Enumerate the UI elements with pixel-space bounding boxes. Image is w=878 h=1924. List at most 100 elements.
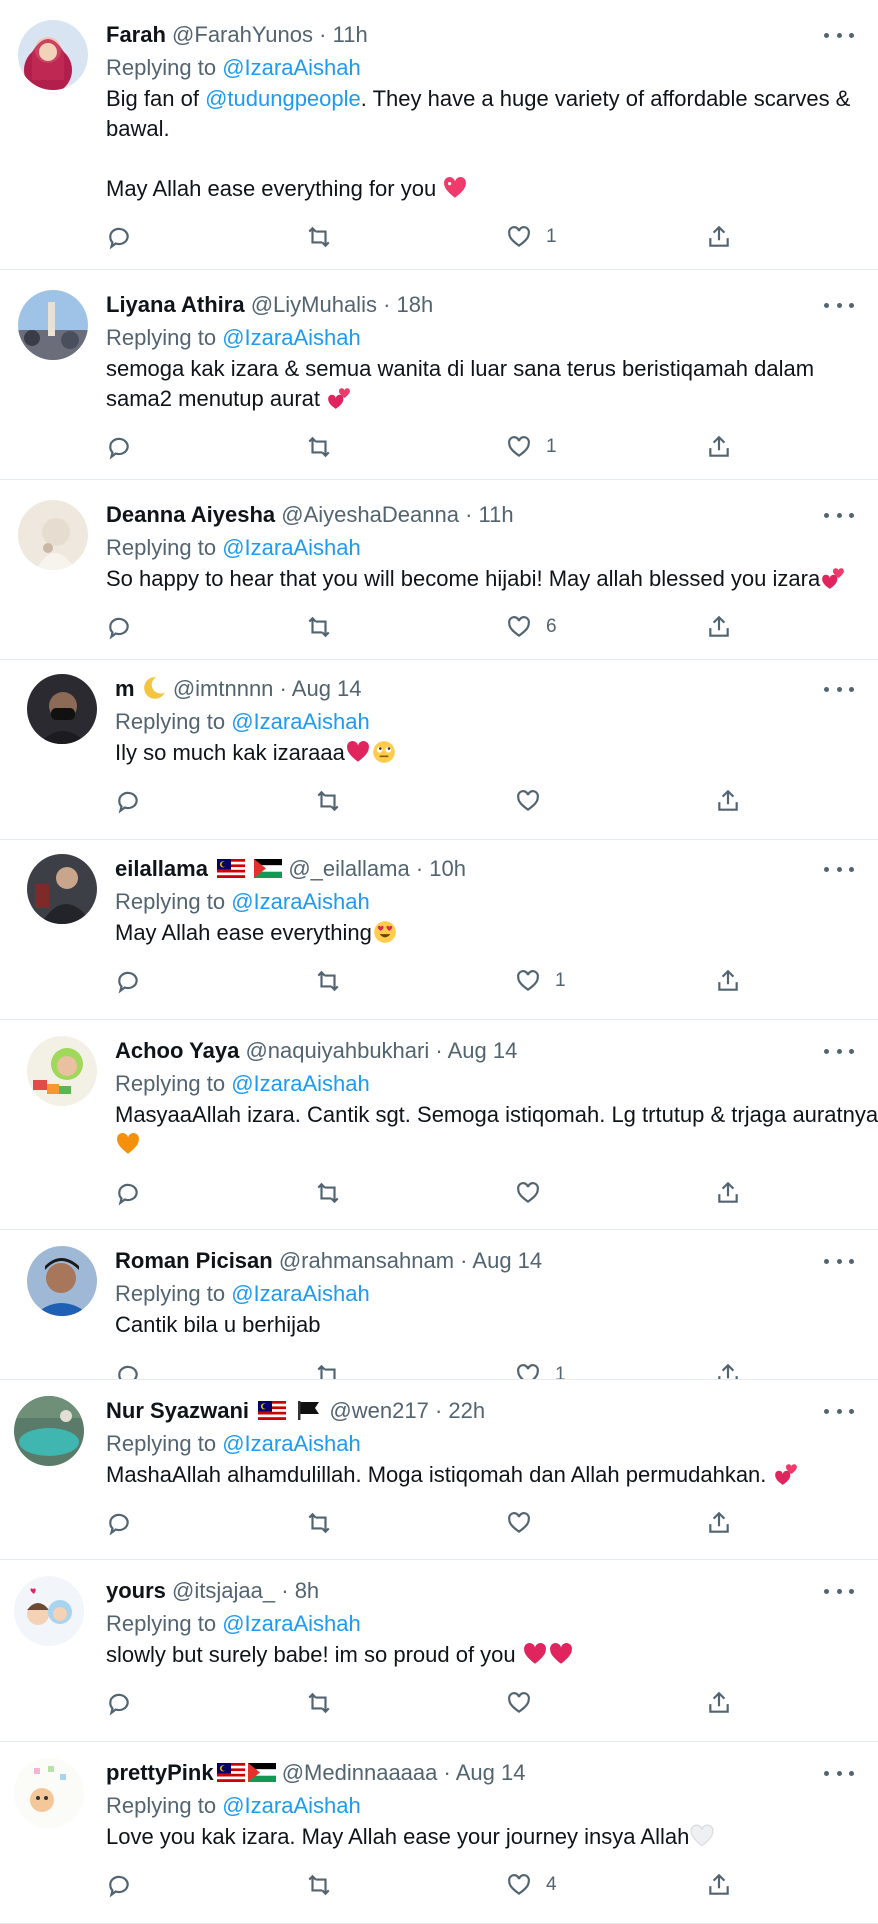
tweet-yours[interactable]: yours @itsjajaa_ · 8h Replying to @Izara… xyxy=(0,1560,878,1742)
reply-target-link[interactable]: @IzaraAishah xyxy=(231,1071,370,1096)
more-options-icon[interactable] xyxy=(824,1401,854,1421)
more-options-icon[interactable] xyxy=(824,505,854,525)
more-options-icon[interactable] xyxy=(824,25,854,45)
author-name[interactable]: Roman Picisan xyxy=(115,1248,273,1273)
share-button[interactable] xyxy=(706,612,732,642)
reply-button[interactable] xyxy=(115,1178,141,1208)
retweet-button[interactable] xyxy=(306,432,332,462)
retweet-button[interactable] xyxy=(306,1508,332,1538)
reply-target-link[interactable]: @IzaraAishah xyxy=(231,889,370,914)
author-name[interactable]: Achoo Yaya xyxy=(115,1038,239,1063)
more-options-icon[interactable] xyxy=(824,1763,854,1783)
author-name[interactable]: Farah xyxy=(106,22,166,47)
like-button[interactable]: 6 xyxy=(506,612,557,642)
author-handle[interactable]: @itsjajaa_ xyxy=(172,1578,275,1603)
retweet-button[interactable] xyxy=(315,786,341,816)
reply-button[interactable] xyxy=(115,966,141,996)
like-button[interactable] xyxy=(506,1688,546,1718)
more-options-icon[interactable] xyxy=(824,1251,854,1271)
more-options-icon[interactable] xyxy=(824,1041,854,1061)
author-name[interactable]: m xyxy=(115,676,135,701)
avatar[interactable] xyxy=(27,854,97,924)
reply-target-link[interactable]: @IzaraAishah xyxy=(222,1431,361,1456)
author-handle[interactable]: @AiyeshaDeanna xyxy=(281,502,459,527)
share-button[interactable] xyxy=(706,1688,732,1718)
retweet-button[interactable] xyxy=(315,966,341,996)
retweet-button[interactable] xyxy=(306,612,332,642)
author-name[interactable]: prettyPink xyxy=(106,1760,214,1785)
like-button[interactable]: 1 xyxy=(506,432,557,462)
author-name[interactable]: Deanna Aiyesha xyxy=(106,502,275,527)
share-button[interactable] xyxy=(715,786,741,816)
author-handle[interactable]: @Medinnaaaaa xyxy=(282,1760,438,1785)
share-button[interactable] xyxy=(706,222,732,252)
timestamp[interactable]: Aug 14 xyxy=(448,1038,518,1063)
avatar[interactable] xyxy=(18,500,88,570)
reply-target-link[interactable]: @IzaraAishah xyxy=(222,325,361,350)
reply-target-link[interactable]: @IzaraAishah xyxy=(222,1611,361,1636)
retweet-button[interactable] xyxy=(315,1178,341,1208)
tweet-nur-syazwani[interactable]: Nur Syazwani @wen217 · 22h Replying to @… xyxy=(0,1380,878,1560)
author-handle[interactable]: @naquiyahbukhari xyxy=(245,1038,429,1063)
share-button[interactable] xyxy=(706,1870,732,1900)
timestamp[interactable]: Aug 14 xyxy=(456,1760,526,1785)
reply-button[interactable] xyxy=(106,1508,132,1538)
author-handle[interactable]: @LiyMuhalis xyxy=(251,292,377,317)
author-handle[interactable]: @imtnnnn xyxy=(173,676,274,701)
tweet-farah[interactable]: Farah @FarahYunos · 11h Replying to @Iza… xyxy=(0,0,878,270)
author-name[interactable]: yours xyxy=(106,1578,166,1603)
reply-target-link[interactable]: @IzaraAishah xyxy=(231,1281,370,1306)
author-handle[interactable]: @wen217 xyxy=(329,1398,428,1423)
more-options-icon[interactable] xyxy=(824,295,854,315)
author-name[interactable]: Liyana Athira xyxy=(106,292,245,317)
avatar[interactable] xyxy=(14,1758,84,1828)
tweet-roman-picisan[interactable]: Roman Picisan @rahmansahnam · Aug 14 Rep… xyxy=(0,1230,878,1380)
author-handle[interactable]: @_eilallama xyxy=(288,856,409,881)
retweet-button[interactable] xyxy=(306,222,332,252)
timestamp[interactable]: 22h xyxy=(448,1398,485,1423)
timestamp[interactable]: Aug 14 xyxy=(292,676,362,701)
reply-button[interactable] xyxy=(115,786,141,816)
tweet-eilallama[interactable]: eilallama @_eilallama · 10h Replying to … xyxy=(0,840,878,1020)
avatar[interactable] xyxy=(14,1576,84,1646)
retweet-button[interactable] xyxy=(306,1870,332,1900)
timestamp[interactable]: 11h xyxy=(333,22,368,47)
timestamp[interactable]: 18h xyxy=(397,292,434,317)
reply-button[interactable] xyxy=(106,1688,132,1718)
reply-button[interactable] xyxy=(106,1870,132,1900)
avatar[interactable] xyxy=(27,1246,97,1316)
like-button[interactable] xyxy=(515,1178,555,1208)
timestamp[interactable]: 10h xyxy=(429,856,466,881)
like-button[interactable]: 4 xyxy=(506,1870,557,1900)
avatar[interactable] xyxy=(27,1036,97,1106)
author-name[interactable]: Nur Syazwani xyxy=(106,1398,249,1423)
like-button[interactable] xyxy=(515,786,555,816)
author-handle[interactable]: @rahmansahnam xyxy=(279,1248,454,1273)
like-button[interactable]: 1 xyxy=(515,966,566,996)
timestamp[interactable]: Aug 14 xyxy=(472,1248,542,1273)
tweet-achoo-yaya[interactable]: Achoo Yaya @naquiyahbukhari · Aug 14 Rep… xyxy=(0,1020,878,1230)
share-button[interactable] xyxy=(706,432,732,462)
mention-link[interactable]: @tudungpeople xyxy=(205,86,361,111)
author-name[interactable]: eilallama xyxy=(115,856,208,881)
tweet-deanna[interactable]: Deanna Aiyesha @AiyeshaDeanna · 11h Repl… xyxy=(0,480,878,660)
reply-target-link[interactable]: @IzaraAishah xyxy=(222,1793,361,1818)
more-options-icon[interactable] xyxy=(824,859,854,879)
avatar[interactable] xyxy=(18,290,88,360)
share-button[interactable] xyxy=(706,1508,732,1538)
timestamp[interactable]: 11h xyxy=(479,502,514,527)
like-button[interactable]: 1 xyxy=(506,222,557,252)
retweet-button[interactable] xyxy=(315,1360,341,1379)
share-button[interactable] xyxy=(715,966,741,996)
share-button[interactable] xyxy=(715,1360,741,1379)
retweet-button[interactable] xyxy=(306,1688,332,1718)
reply-target-link[interactable]: @IzaraAishah xyxy=(222,55,361,80)
more-options-icon[interactable] xyxy=(824,679,854,699)
reply-button[interactable] xyxy=(106,612,132,642)
like-button[interactable]: 1 xyxy=(515,1360,566,1379)
reply-target-link[interactable]: @IzaraAishah xyxy=(231,709,370,734)
avatar[interactable] xyxy=(27,674,97,744)
share-button[interactable] xyxy=(715,1178,741,1208)
tweet-liyana[interactable]: Liyana Athira @LiyMuhalis · 18h Replying… xyxy=(0,270,878,480)
reply-button[interactable] xyxy=(106,222,132,252)
